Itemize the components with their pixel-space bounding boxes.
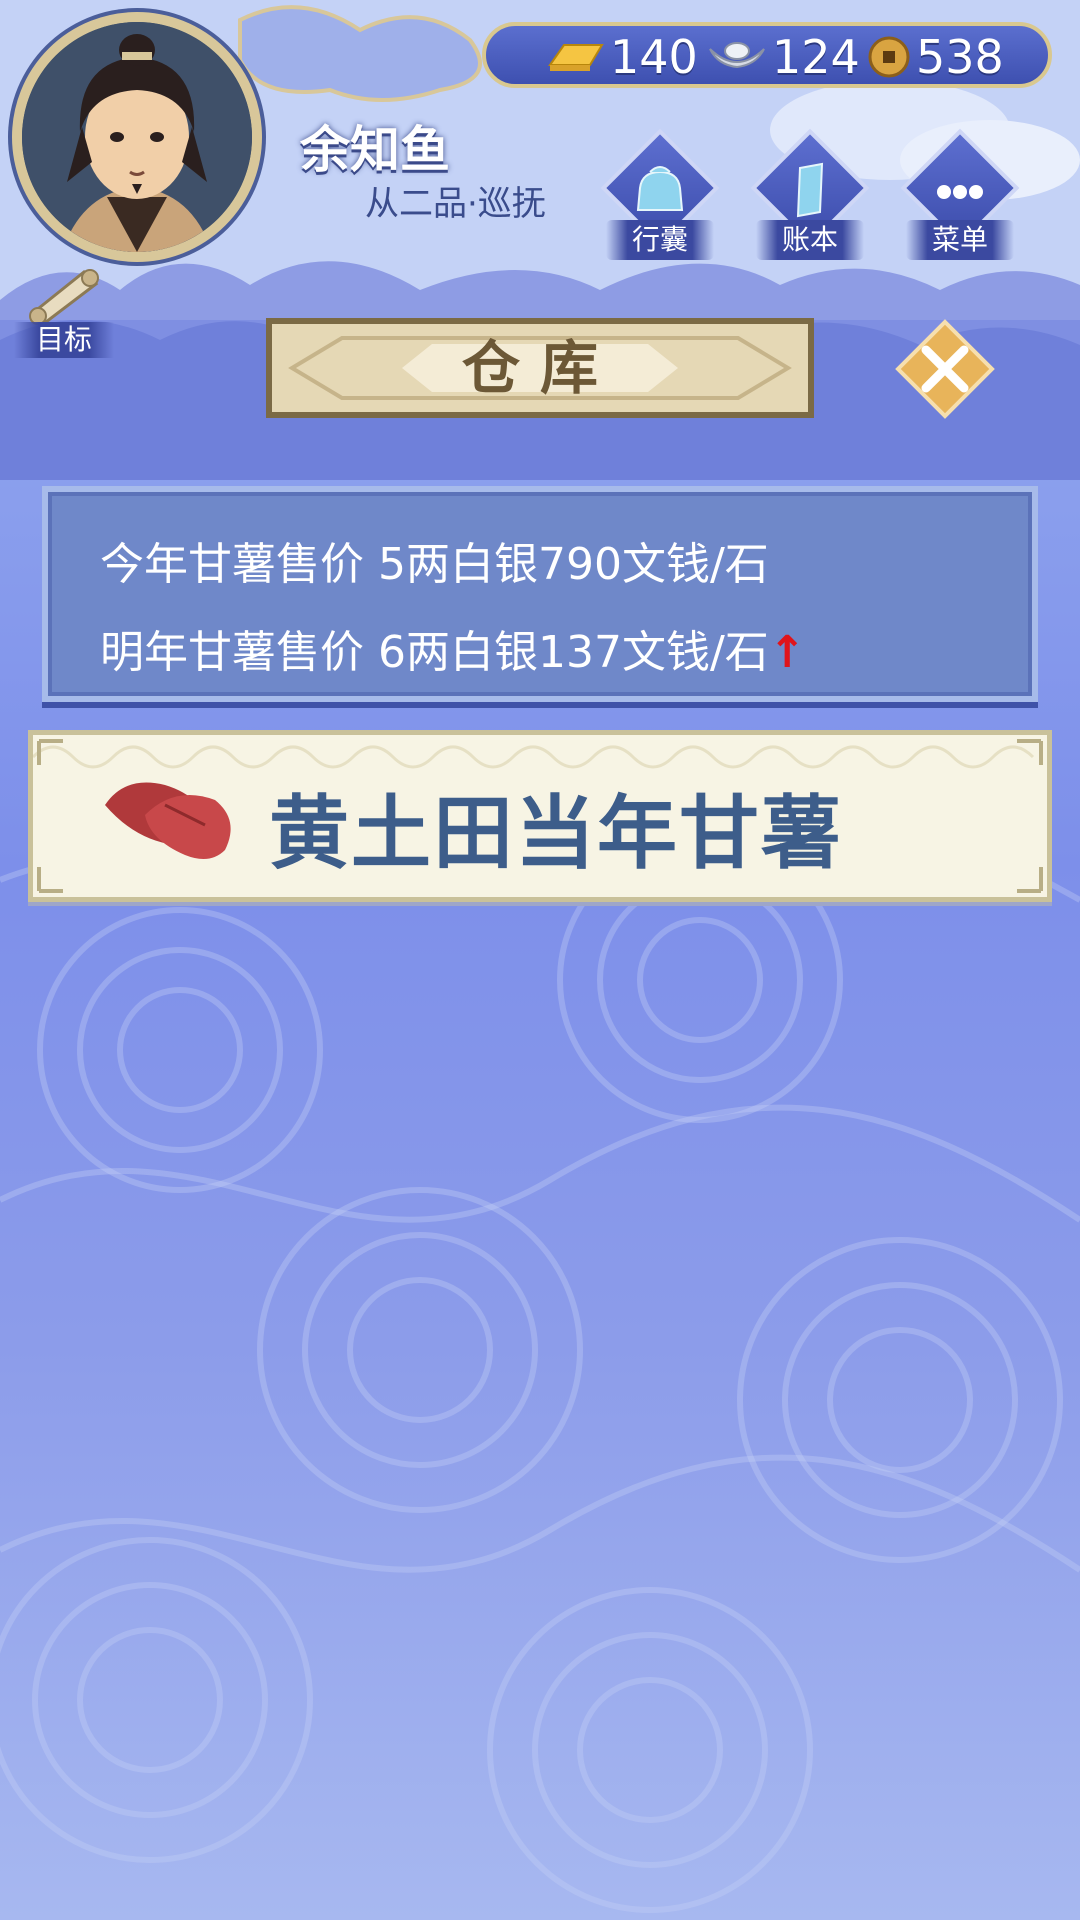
- sweet-potato-icon: [105, 782, 231, 859]
- goal-label: 目标: [14, 322, 114, 358]
- warehouse-title-banner: 仓库: [266, 318, 814, 418]
- close-icon: [895, 319, 995, 419]
- silver-counter: 124: [706, 30, 860, 84]
- goal-button[interactable]: 目标: [14, 262, 124, 362]
- gold-counter: 140: [546, 30, 698, 84]
- copper-coin-icon: [868, 36, 910, 78]
- currency-bar: 140 124 538: [482, 22, 1052, 88]
- bag-label: 行囊: [606, 220, 714, 260]
- crop-list-item[interactable]: 黄土田当年甘薯: [28, 730, 1052, 902]
- coin-amount: 538: [916, 30, 1004, 84]
- price-this-year-text: 今年甘薯售价 5两白银790文钱/石: [100, 539, 769, 590]
- menu-label: 菜单: [906, 220, 1014, 260]
- coin-counter: 538: [866, 30, 1004, 84]
- gold-ingot-icon: [548, 44, 604, 71]
- gold-amount: 140: [610, 30, 698, 84]
- crop-name: 黄土田当年甘薯: [269, 787, 843, 880]
- ledger-button[interactable]: 账本: [748, 128, 872, 262]
- bag-icon: [636, 166, 684, 211]
- price-next-year-text: 明年甘薯售价 6两白银137文钱/石: [100, 627, 769, 678]
- player-portrait-icon: [22, 22, 252, 252]
- player-name: 余知鱼: [300, 121, 450, 179]
- price-info-panel: 今年甘薯售价 5两白银790文钱/石 明年甘薯售价 6两白银137文钱/石↑: [42, 486, 1038, 702]
- silver-ingot-icon: [709, 42, 765, 69]
- player-rank: 从二品·巡抚: [365, 184, 546, 224]
- ledger-label: 账本: [756, 220, 864, 260]
- ledger-icon: [796, 162, 824, 218]
- silver-amount: 124: [772, 30, 860, 84]
- close-button[interactable]: [894, 318, 996, 420]
- more-dots-icon: [937, 185, 983, 199]
- price-up-arrow-icon: ↑: [768, 627, 806, 678]
- price-next-year: 明年甘薯售价 6两白银137文钱/石↑: [100, 616, 806, 680]
- player-avatar[interactable]: [12, 12, 262, 262]
- scroll-icon: [29, 269, 99, 325]
- price-this-year: 今年甘薯售价 5两白银790文钱/石: [100, 528, 769, 592]
- menu-button[interactable]: 菜单: [898, 128, 1022, 262]
- page-title: 仓库: [461, 334, 618, 402]
- bag-button[interactable]: 行囊: [598, 128, 722, 262]
